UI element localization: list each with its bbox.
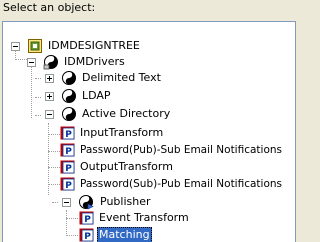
collapse-toggle[interactable]	[11, 42, 20, 51]
tree-node-output-transform[interactable]: P OutputTransform	[3, 159, 293, 175]
tree-node-label: Password(Sub)-Pub Email Notifications	[80, 178, 283, 190]
tree-node-active-directory[interactable]: Active Directory	[3, 106, 293, 122]
tree-node-delimited-text[interactable]: Delimited Text	[3, 70, 293, 86]
tree-node-label: LDAP	[82, 89, 111, 102]
tree-node-event-transform[interactable]: P Event Transform	[3, 210, 293, 226]
driver-set-icon	[43, 55, 58, 70]
policy-icon: P	[60, 160, 75, 174]
tree-node-label: IDMDrivers	[64, 55, 125, 68]
policy-icon: P	[60, 126, 75, 140]
svg-text:P: P	[84, 215, 91, 225]
driver-icon	[62, 107, 76, 121]
policy-icon: P	[79, 211, 94, 225]
select-object-label: Select an object:	[3, 1, 96, 14]
tree-node-label-selected: Matching	[97, 227, 152, 242]
tree-node-sub-pub-email[interactable]: P Password(Sub)-Pub Email Notifications	[3, 176, 293, 192]
driver-icon	[62, 89, 76, 103]
object-tree[interactable]: IDMDESIGNTREE IDMDrivers Delimited Text	[2, 21, 296, 242]
tree-node-ldap[interactable]: LDAP	[3, 88, 293, 104]
tree-node-label: Publisher	[100, 195, 151, 208]
tree-node-pub-sub-email[interactable]: P Password(Pub)-Sub Email Notifications	[3, 142, 293, 158]
svg-text:P: P	[65, 147, 72, 157]
tree-node-label: IDMDESIGNTREE	[48, 39, 140, 52]
tree-node-label: Delimited Text	[82, 71, 161, 84]
tree-node-idmdesigntree[interactable]: IDMDESIGNTREE	[3, 38, 293, 54]
collapse-toggle[interactable]	[27, 58, 36, 67]
tree-node-label: Event Transform	[99, 211, 189, 224]
tree-root-icon	[28, 39, 42, 53]
tree-node-label: InputTransform	[80, 126, 164, 139]
tree-node-label: OutputTransform	[80, 160, 173, 173]
svg-text:P: P	[65, 130, 72, 140]
tree-node-label: Active Directory	[82, 107, 171, 120]
tree-node-input-transform[interactable]: P InputTransform	[3, 125, 293, 141]
expand-toggle[interactable]	[45, 92, 54, 101]
expand-toggle[interactable]	[45, 74, 54, 83]
tree-node-matching[interactable]: P Matching	[3, 227, 293, 242]
collapse-toggle[interactable]	[45, 110, 54, 119]
svg-text:P: P	[65, 164, 72, 174]
tree-node-idmdrivers[interactable]: IDMDrivers	[3, 54, 293, 70]
driver-icon	[62, 71, 76, 85]
publisher-icon	[79, 195, 94, 210]
policy-icon: P	[60, 177, 75, 191]
collapse-toggle[interactable]	[62, 198, 71, 207]
svg-text:P: P	[65, 181, 72, 191]
tree-node-publisher[interactable]: Publisher	[3, 194, 293, 210]
tree-node-label: Password(Pub)-Sub Email Notifications	[80, 144, 283, 156]
policy-icon: P	[79, 228, 94, 242]
policy-icon: P	[60, 143, 75, 157]
